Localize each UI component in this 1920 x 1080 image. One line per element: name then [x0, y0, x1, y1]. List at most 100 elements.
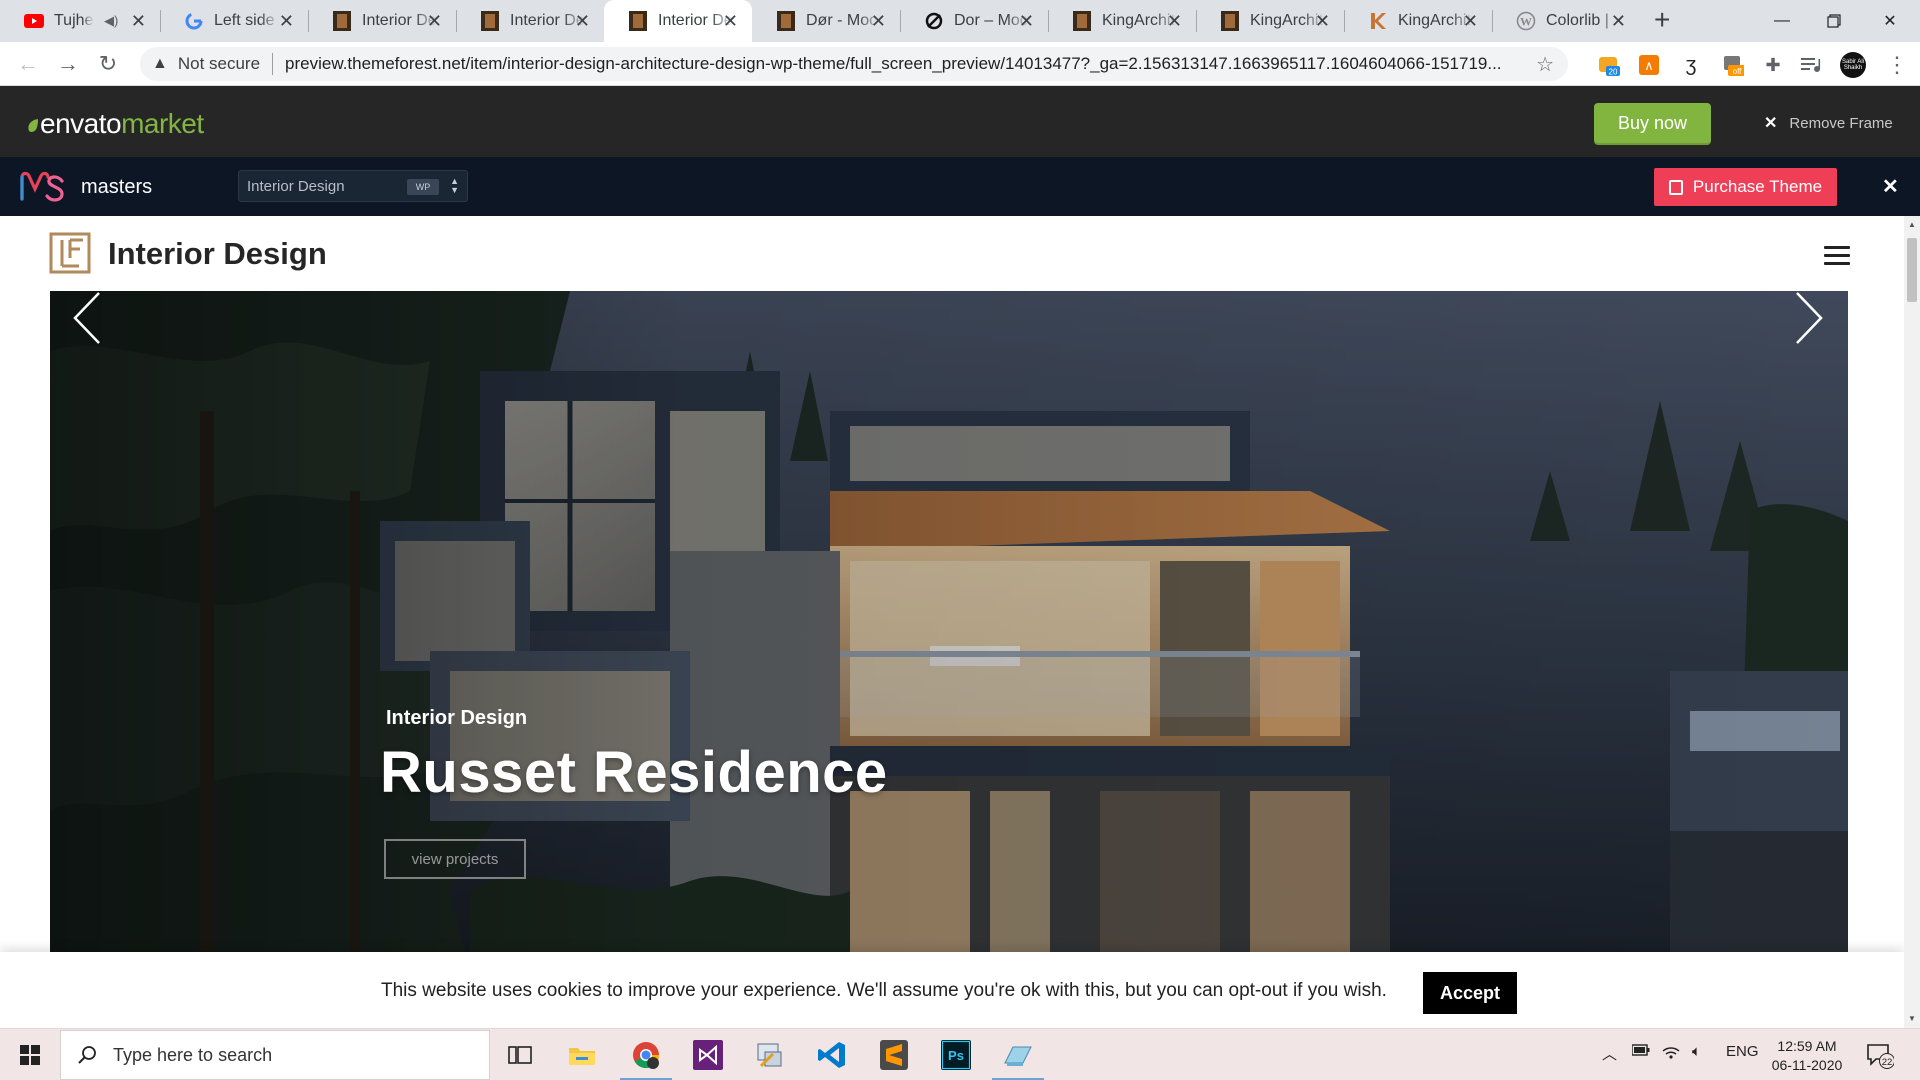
close-tab-icon[interactable]: ✕: [1019, 12, 1034, 30]
reload-button[interactable]: ↻: [94, 50, 122, 78]
purchase-theme-button[interactable]: Purchase Theme: [1654, 168, 1837, 206]
wifi-icon[interactable]: [1662, 1043, 1680, 1063]
close-icon: ✕: [1764, 115, 1778, 132]
page-scrollbar[interactable]: ▲ ▼: [1904, 216, 1920, 1028]
notification-center-icon[interactable]: 22: [1866, 1041, 1895, 1069]
scroll-up-arrow-icon[interactable]: ▲: [1908, 220, 1916, 229]
tab-6[interactable]: Dør - Moc ✕: [752, 0, 900, 42]
svg-text:W: W: [1520, 15, 1532, 29]
svg-text:Ps: Ps: [948, 1048, 964, 1063]
close-tab-icon[interactable]: ✕: [427, 12, 442, 30]
start-button[interactable]: [0, 1029, 60, 1080]
minimize-button[interactable]: —: [1752, 0, 1812, 42]
chrome-taskbar-icon[interactable]: [620, 1035, 672, 1080]
extension-orange-icon[interactable]: ∧: [1638, 54, 1660, 76]
profile-avatar[interactable]: Sabir Ali Shaikh: [1840, 52, 1866, 78]
extension-rss-icon[interactable]: 20: [1598, 54, 1620, 76]
envato-market-logo[interactable]: envatomarket: [26, 108, 204, 140]
close-tab-icon[interactable]: ✕: [1315, 12, 1330, 30]
task-view-icon[interactable]: [500, 1035, 540, 1075]
vscode-icon[interactable]: [812, 1035, 852, 1075]
tab-1[interactable]: Tujhe ◀) ✕: [0, 0, 160, 42]
view-projects-button[interactable]: view projects: [384, 839, 526, 879]
volume-icon[interactable]: 🔈︎: [1692, 1043, 1701, 1060]
media-queue-icon[interactable]: [1800, 54, 1822, 76]
search-icon: [78, 1046, 96, 1064]
url-text[interactable]: preview.themeforest.net/item/interior-de…: [285, 54, 1528, 74]
themeforest-icon: [332, 11, 352, 31]
tab-4[interactable]: Interior De ✕: [456, 0, 604, 42]
remove-frame-button[interactable]: ✕ Remove Frame: [1764, 113, 1893, 133]
tab-3[interactable]: Interior De ✕: [308, 0, 456, 42]
visual-studio-icon[interactable]: [688, 1035, 728, 1075]
envato-market-bar: envatomarket Buy now ✕ Remove Frame: [0, 86, 1920, 157]
photoshop-icon[interactable]: Ps: [936, 1035, 976, 1075]
svg-text:22: 22: [1882, 1057, 1893, 1068]
taskbar-search-box[interactable]: Type here to search: [60, 1030, 490, 1080]
hamburger-menu-icon[interactable]: [1824, 246, 1850, 266]
close-tab-icon[interactable]: ✕: [575, 12, 590, 30]
close-window-button[interactable]: ✕: [1860, 0, 1920, 42]
extension-swirl-icon[interactable]: ʒ: [1680, 54, 1702, 76]
buy-now-button[interactable]: Buy now: [1594, 103, 1711, 143]
tab-2[interactable]: Left side b ✕: [160, 0, 308, 42]
site-title[interactable]: Interior Design: [108, 236, 327, 272]
tab-9[interactable]: KingArchit ✕: [1196, 0, 1344, 42]
warning-triangle-icon[interactable]: ▲: [152, 55, 168, 73]
paint-tool-icon[interactable]: [992, 1035, 1044, 1080]
slashed-circle-icon: [924, 11, 944, 31]
file-explorer-icon[interactable]: [562, 1035, 602, 1075]
site-logo-icon[interactable]: [49, 232, 91, 274]
tab-11[interactable]: W Colorlib | ✕: [1492, 0, 1640, 42]
close-tab-icon[interactable]: ✕: [1463, 12, 1478, 30]
scrollbar-thumb[interactable]: [1907, 238, 1917, 302]
close-tab-icon[interactable]: ✕: [723, 12, 738, 30]
themeforest-icon: [480, 11, 500, 31]
address-bar[interactable]: ▲ Not secure preview.themeforest.net/ite…: [140, 47, 1568, 81]
installer-tool-icon[interactable]: [750, 1035, 790, 1075]
theme-selector-dropdown[interactable]: Interior Design WP ▲ ▼: [238, 170, 468, 202]
tab-7[interactable]: Dor – Moc ✕: [900, 0, 1048, 42]
close-tab-icon[interactable]: ✕: [131, 12, 146, 30]
browser-tab-strip: Tujhe ◀) ✕ Left side b ✕ Interior De ✕ I…: [0, 0, 1920, 42]
youtube-icon: [24, 11, 44, 31]
shopping-bag-icon: [1668, 179, 1683, 195]
language-indicator[interactable]: ENG: [1726, 1043, 1759, 1060]
tab-8[interactable]: KingArchit ✕: [1048, 0, 1196, 42]
extension-offer-icon[interactable]: off: [1722, 54, 1744, 76]
envato-leaf-icon: [28, 119, 38, 132]
themeforest-icon: [1072, 11, 1092, 31]
battery-icon[interactable]: [1631, 1043, 1650, 1060]
speaker-icon[interactable]: ◀): [104, 13, 118, 29]
close-tab-icon[interactable]: ✕: [1611, 12, 1626, 30]
themeforest-icon: [1220, 11, 1240, 31]
slider-prev-arrow-icon[interactable]: [72, 291, 102, 345]
security-label[interactable]: Not secure: [178, 54, 260, 74]
hero-title: Russet Residence: [380, 740, 888, 805]
tray-chevron-icon[interactable]: ︿: [1602, 1043, 1617, 1064]
bookmark-star-icon[interactable]: ☆: [1536, 52, 1554, 77]
close-tab-icon[interactable]: ✕: [871, 12, 886, 30]
new-tab-button[interactable]: +: [1654, 6, 1670, 34]
close-tab-icon[interactable]: ✕: [279, 12, 294, 30]
tab-10[interactable]: KingArchit ✕: [1344, 0, 1492, 42]
tab-5-active[interactable]: Interior De ✕: [604, 0, 752, 42]
masters-logo-icon: [20, 171, 64, 202]
slider-next-arrow-icon[interactable]: [1794, 291, 1824, 345]
hero-slider: Interior Design Russet Residence view pr…: [50, 291, 1848, 971]
close-preview-icon[interactable]: ✕: [1882, 174, 1899, 199]
k-logo-icon: [1368, 11, 1388, 31]
windows-taskbar: Type here to search Ps ︿ 🔈︎ ENG 12:59 AM…: [0, 1028, 1920, 1080]
back-button[interactable]: ←: [14, 50, 42, 78]
forward-button[interactable]: →: [54, 50, 82, 78]
close-tab-icon[interactable]: ✕: [1167, 12, 1182, 30]
accept-cookies-button[interactable]: Accept: [1423, 972, 1517, 1014]
hero-subtitle: Interior Design: [386, 707, 528, 729]
scroll-down-arrow-icon[interactable]: ▼: [1908, 1014, 1916, 1023]
extensions-puzzle-icon[interactable]: ✚: [1762, 54, 1784, 76]
restore-button[interactable]: [1804, 0, 1864, 42]
sublime-text-icon[interactable]: [874, 1035, 914, 1075]
windows-logo-icon: [20, 1045, 40, 1065]
system-clock[interactable]: 12:59 AM 06-11-2020: [1764, 1037, 1850, 1075]
chrome-menu-icon[interactable]: ⋮: [1886, 52, 1908, 78]
